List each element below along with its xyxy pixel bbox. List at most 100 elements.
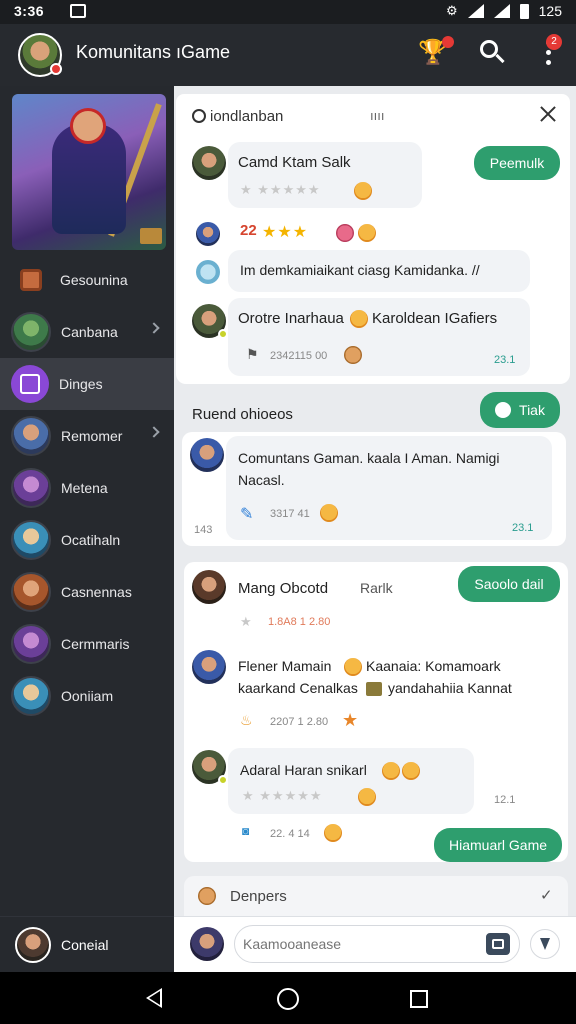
status-bar: 3:36 ⚙ 125 [0, 0, 576, 24]
avatar [11, 312, 51, 352]
star-icon: ★ [342, 710, 359, 730]
emoji-icon [350, 310, 368, 328]
sidebar-item-gesounina[interactable]: Gesounina [0, 254, 174, 306]
post-card: Comuntans Gaman. kaala I Aman. Namigi Na… [182, 432, 566, 546]
signal-icon [493, 4, 510, 18]
sidebar-item-ocatihaln[interactable]: Ocatihaln [0, 514, 174, 566]
sidebar: Gesounina Canbana Dinges Remomer Metena … [0, 86, 174, 972]
avatar [15, 926, 51, 963]
message-title-tail: Karoldean IGafiers [372, 310, 498, 327]
thread-card: Camd Ktam Salk ★ ★★★★★ Peemulk 22 ★★★ Im… [176, 138, 570, 384]
rating-stars: ★ [240, 614, 253, 629]
message-title: Adaral Haran snikarl [240, 762, 367, 778]
chat-header: iondlanban ıııı [176, 94, 570, 138]
message-title-tail: Rarlk [360, 580, 393, 596]
gold-stars: ★★★ [262, 224, 309, 241]
trophy-icon[interactable]: 🏆 [418, 36, 454, 67]
hiamuarl-game-button[interactable]: Hiamuarl Game [434, 828, 562, 862]
bell-icon: ⚙ [445, 3, 458, 18]
sidebar-item-label: Ooniiam [61, 688, 114, 704]
close-icon[interactable] [538, 104, 558, 124]
app-bar: Komunitans ıGame 🏆 2 [0, 24, 576, 86]
sidebar-item-casnennas[interactable]: Casnennas [0, 566, 174, 618]
tiak-button-label: Tiak [519, 402, 545, 418]
profile-avatar[interactable] [18, 33, 62, 77]
home-icon[interactable] [277, 988, 299, 1010]
sidebar-item-canbana[interactable]: Canbana [0, 306, 174, 358]
sidebar-item-dinges[interactable]: Dinges [0, 358, 174, 410]
pencil-icon: ✎ [240, 506, 254, 523]
chat-header-title: iondlanban [210, 107, 284, 125]
attach-icon[interactable] [486, 933, 510, 955]
thread-card: Mang Obcotd Rarlk Saoolo dail ★ 1.8A8 1 … [184, 562, 568, 862]
image-icon [366, 682, 382, 696]
sidebar-item-label: Ocatihaln [61, 532, 121, 548]
gallery-icon [70, 4, 86, 18]
sidebar-item-label: Remomer [61, 428, 123, 444]
post-side-meta-right: 23.1 [512, 522, 534, 534]
sidebar-item-label: Gesounina [60, 272, 128, 288]
emoji-icon [198, 887, 216, 905]
sidebar-footer[interactable]: Coneial [0, 916, 174, 972]
battery-level: 125 [538, 3, 562, 19]
emoji-icon [344, 658, 362, 676]
message-line2-b: yandahahiia Kannat [388, 680, 512, 696]
message-title: Mang Obcotd [238, 580, 329, 597]
avatar [196, 222, 220, 246]
avatar [192, 304, 228, 339]
emoji-icon [336, 224, 354, 242]
chevron-right-icon [148, 322, 160, 334]
tiak-button[interactable]: Tiak [480, 392, 560, 428]
sidebar-item-cermmaris[interactable]: Cermmaris [0, 618, 174, 670]
sidebar-item-ooniiam[interactable]: Ooniiam [0, 670, 174, 722]
sidebar-item-label: Canbana [61, 324, 118, 340]
message-side-meta: 12.1 [494, 794, 516, 806]
message-composer [174, 916, 576, 972]
fire-icon: ♨ [240, 712, 253, 728]
emoji-icon [344, 346, 362, 364]
sidebar-item-remomer[interactable]: Remomer [0, 410, 174, 462]
section-title: Ruend ohioeos [192, 406, 293, 423]
message-line1-b: Kaanaia: Komamoark [366, 658, 501, 674]
reaction-count: 22 [240, 222, 257, 239]
avatar [11, 676, 51, 716]
peemulk-button[interactable]: Peemulk [474, 146, 560, 180]
message-bubble [228, 748, 474, 814]
message-line2-a: kaarkand Cenalkas [238, 680, 358, 696]
back-icon[interactable] [146, 988, 162, 1008]
recents-icon[interactable] [410, 990, 428, 1008]
sidebar-item-label: Metena [61, 480, 108, 496]
saoolo-dail-button[interactable]: Saoolo dail [458, 566, 560, 602]
chat-header-indicator: ıııı [370, 108, 385, 123]
more-vert-icon[interactable]: 2 [538, 34, 562, 72]
message-title: Camd Ktam Salk [238, 154, 351, 171]
hero-banner-image[interactable] [12, 94, 166, 250]
check-icon: ✓ [540, 887, 553, 904]
tag-icon [495, 402, 512, 418]
post-text-line2: Nacasl. [238, 472, 285, 488]
emoji-icon [358, 224, 376, 242]
message-meta: 22. 4 14 [270, 828, 310, 840]
status-time: 3:36 [14, 3, 45, 19]
message-input[interactable] [234, 925, 520, 963]
notification-badge: 2 [546, 34, 562, 50]
message-meta: 2342115 00 [270, 350, 328, 362]
sidebar-item-label: Dinges [59, 376, 103, 392]
status-icons: ⚙ 125 [446, 3, 562, 19]
emoji-icon [382, 762, 400, 780]
avatar [192, 146, 226, 180]
message-text: Im demkamiaikant ciasg Kamidanka. // [240, 262, 480, 278]
section-header[interactable]: Denpers ✓ [184, 876, 568, 916]
message-line1-a: Flener Mamain [238, 658, 332, 674]
avatar [11, 572, 51, 612]
sidebar-item-metena[interactable]: Metena [0, 462, 174, 514]
mic-icon[interactable] [530, 929, 560, 959]
battery-icon [519, 3, 529, 19]
post-side-meta: 143 [194, 524, 213, 536]
avatar [192, 750, 228, 785]
app-title: Komunitans ıGame [76, 42, 231, 62]
system-nav-bar [0, 972, 576, 1024]
search-icon[interactable] [478, 38, 506, 66]
flag-icon: ⚑ [246, 346, 259, 362]
clock-icon [192, 109, 206, 123]
